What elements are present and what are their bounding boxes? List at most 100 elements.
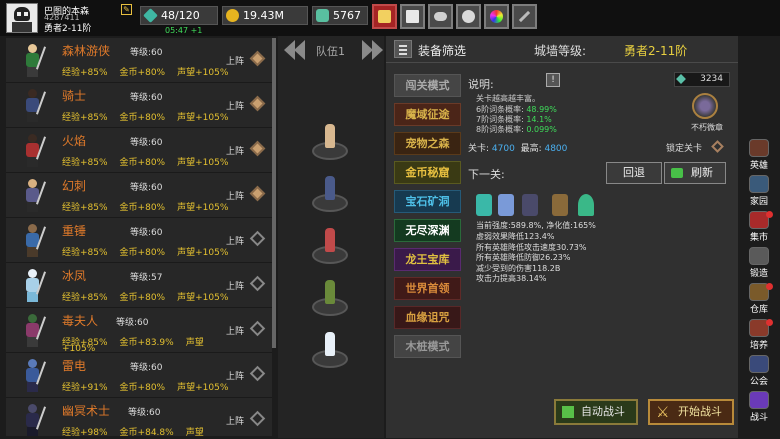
- hero-row[interactable]: 雷电 等级:60 经验+91% 金币+80% 声望+105% 上阵: [6, 353, 272, 398]
- hero-row[interactable]: 骑士 等级:60 经验+85% 金币+80% 声望+105% 上阵: [6, 83, 272, 128]
- city-level-label: 城墙等级:: [534, 44, 587, 58]
- sidebar-item[interactable]: 集市: [741, 210, 777, 243]
- sidebar-item[interactable]: 战斗: [741, 390, 777, 423]
- team-next-button[interactable]: [360, 40, 384, 60]
- mode-tab-gold-cave[interactable]: 金币秘窟: [394, 161, 461, 184]
- enemy-stat-line: 当前强度:589.8%, 净化值:165%: [476, 221, 596, 230]
- mode-tab-demon-realm[interactable]: 魔域征途: [394, 103, 461, 126]
- gamepad-button[interactable]: [428, 4, 453, 29]
- deploy-toggle[interactable]: [249, 365, 266, 382]
- gem-icon: [316, 9, 329, 22]
- hero-list[interactable]: 森林游侠 等级:60 经验+85% 金币+80% 声望+105% 上阵 骑士 等级:60 经验+…: [6, 38, 272, 436]
- hero-level: 等级:60: [130, 48, 163, 58]
- mail-button[interactable]: [400, 4, 425, 29]
- double-chevron-left-icon: [294, 40, 305, 60]
- hero-row[interactable]: 幽冥术士 等级:60 经验+98% 金币+84.8% 声望 上阵: [6, 398, 272, 436]
- sidebar-item-label: 公会: [749, 377, 768, 387]
- team-slot[interactable]: [312, 332, 348, 368]
- sidebar-item[interactable]: 锻造: [741, 246, 777, 279]
- gold-counter[interactable]: 19.43M: [222, 6, 308, 25]
- hero-list-scrollbar[interactable]: [272, 38, 276, 348]
- team-hero-sprite: [325, 332, 335, 356]
- start-battle-button[interactable]: ⚔ 开始战斗: [648, 399, 734, 425]
- hero-deploy-label: 上阵: [226, 147, 245, 157]
- sidebar-icon: [749, 355, 769, 373]
- team-prev-button[interactable]: [284, 40, 308, 60]
- sidebar-icon: [749, 175, 769, 193]
- hero-row[interactable]: 重锤 等级:60 经验+85% 金币+80% 声望+105% 上阵: [6, 218, 272, 263]
- deploy-toggle[interactable]: [249, 320, 266, 337]
- hero-level: 等级:60: [128, 408, 161, 418]
- emblem-label: 不朽微章: [691, 123, 723, 132]
- deploy-toggle[interactable]: [249, 185, 266, 202]
- info-button[interactable]: !: [546, 73, 560, 87]
- player-avatar[interactable]: [6, 3, 38, 33]
- mode-tab-pet-forest[interactable]: 宠物之森: [394, 132, 461, 155]
- sidebar-item[interactable]: 仓库: [741, 282, 777, 315]
- deploy-toggle[interactable]: [249, 230, 266, 247]
- hero-bonus: 经验+85% 金币+80% 声望+105%: [62, 248, 229, 258]
- description-label: 说明:: [468, 78, 494, 91]
- hero-row[interactable]: 火焰 等级:60 经验+85% 金币+80% 声望+105% 上阵: [6, 128, 272, 173]
- deploy-toggle[interactable]: [249, 140, 266, 157]
- filter-menu-icon[interactable]: [394, 40, 412, 58]
- start-battle-label: 开始战斗: [678, 405, 722, 418]
- auto-battle-button[interactable]: 自动战斗: [554, 399, 638, 425]
- description-text: 关卡越高越丰富。: [476, 94, 540, 103]
- hero-name: 骑士: [62, 89, 87, 103]
- hero-bonus: 经验+85% 金币+80% 声望+105%: [62, 203, 229, 213]
- sidebar-item[interactable]: 培养: [741, 318, 777, 351]
- mode-tab-dragon-vault[interactable]: 龙王宝库: [394, 248, 461, 271]
- mode-tab-gem-mine[interactable]: 宝石矿洞: [394, 190, 461, 213]
- notification-dot: [766, 319, 773, 326]
- deploy-toggle[interactable]: [249, 410, 266, 427]
- mode-tab-world-boss[interactable]: 世界首领: [394, 277, 461, 300]
- hero-deploy-label: 上阵: [226, 282, 245, 292]
- team-slot[interactable]: [312, 176, 348, 212]
- sidebar-icon: [749, 139, 769, 157]
- shop-button[interactable]: [372, 4, 397, 29]
- refresh-button[interactable]: 刷新: [664, 162, 726, 184]
- deploy-toggle[interactable]: [249, 275, 266, 292]
- team-slot[interactable]: [312, 124, 348, 160]
- next-enemies: [476, 190, 626, 218]
- hero-bonus: 经验+85% 金币+80% 声望+105%: [62, 68, 229, 78]
- mode-tab-dummy[interactable]: 木桩模式: [394, 335, 461, 358]
- deploy-toggle[interactable]: [249, 50, 266, 67]
- hero-level: 等级:60: [130, 93, 163, 103]
- hero-row[interactable]: 毒夫人 等级:60 经验+85% 金币+83.9% 声望 +105% 上阵: [6, 308, 272, 354]
- theme-button[interactable]: [484, 4, 509, 29]
- energy-value: 48/120: [161, 9, 200, 22]
- sidebar-item[interactable]: 家园: [741, 174, 777, 207]
- team-hero-sprite: [325, 124, 335, 148]
- mode-tab-blood-curse[interactable]: 血缘诅咒: [394, 306, 461, 329]
- hero-level: 等级:60: [130, 138, 163, 148]
- hero-bonus: 经验+98% 金币+84.8% 声望: [62, 428, 204, 436]
- deploy-toggle[interactable]: [249, 95, 266, 112]
- mode-tab-stage[interactable]: 闯关模式: [394, 74, 461, 97]
- settings-button[interactable]: [456, 4, 481, 29]
- hero-row[interactable]: 幻刺 等级:60 经验+85% 金币+80% 声望+105% 上阵: [6, 173, 272, 218]
- current-stage: 4700: [491, 144, 515, 154]
- edit-icon[interactable]: ✎: [121, 4, 132, 15]
- mode-tab-endless-abyss[interactable]: 无尽深渊: [394, 219, 461, 242]
- energy-counter[interactable]: 48/120: [140, 6, 218, 25]
- hero-row[interactable]: 冰凤 等级:57 经验+85% 金币+80% 声望+105% 上阵: [6, 263, 272, 308]
- hero-deploy-label: 上阵: [226, 417, 245, 427]
- sidebar-item[interactable]: 英雄: [741, 138, 777, 171]
- hero-deploy-label: 上阵: [226, 57, 245, 67]
- immortal-emblem-icon[interactable]: [692, 93, 718, 119]
- hero-row[interactable]: 森林游侠 等级:60 经验+85% 金币+80% 声望+105% 上阵: [6, 38, 272, 83]
- hero-name: 森林游侠: [62, 44, 111, 58]
- gem-counter[interactable]: 5767: [312, 6, 368, 25]
- sidebar-item-label: 仓库: [749, 305, 768, 315]
- battle-log-button[interactable]: [512, 4, 537, 29]
- hero-portrait-icon: [16, 222, 48, 258]
- team-slot[interactable]: [312, 280, 348, 316]
- lock-stage-toggle[interactable]: [711, 140, 724, 153]
- sidebar-item[interactable]: 公会: [741, 354, 777, 387]
- team-slot[interactable]: [312, 228, 348, 264]
- back-button[interactable]: 回退: [606, 162, 662, 184]
- equipment-filter-label[interactable]: 装备筛选: [418, 42, 466, 59]
- shop-cart-icon: [378, 10, 391, 23]
